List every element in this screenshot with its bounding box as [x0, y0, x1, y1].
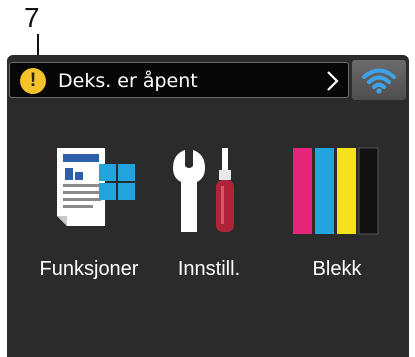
- app-blekk[interactable]: Blekk: [272, 140, 402, 280]
- callout-number: 7: [24, 2, 40, 33]
- app-label: Innstill.: [177, 258, 241, 280]
- app-label: Blekk: [312, 258, 362, 280]
- wifi-icon: [362, 68, 396, 94]
- warning-icon: !: [20, 68, 46, 94]
- chevron-right-icon: [327, 71, 339, 91]
- status-bar[interactable]: ! Deks. er åpent: [9, 62, 349, 98]
- app-innstill[interactable]: Innstill.: [144, 140, 274, 280]
- app-label: Funksjoner: [39, 258, 139, 280]
- ink-cartridges-icon: [293, 147, 379, 235]
- app-funksjoner[interactable]: Funksjoner: [24, 140, 154, 280]
- settings-tools-icon: [173, 148, 234, 232]
- functions-icon: [57, 148, 135, 226]
- wifi-button[interactable]: [352, 60, 406, 100]
- status-message: Deks. er åpent: [58, 70, 198, 92]
